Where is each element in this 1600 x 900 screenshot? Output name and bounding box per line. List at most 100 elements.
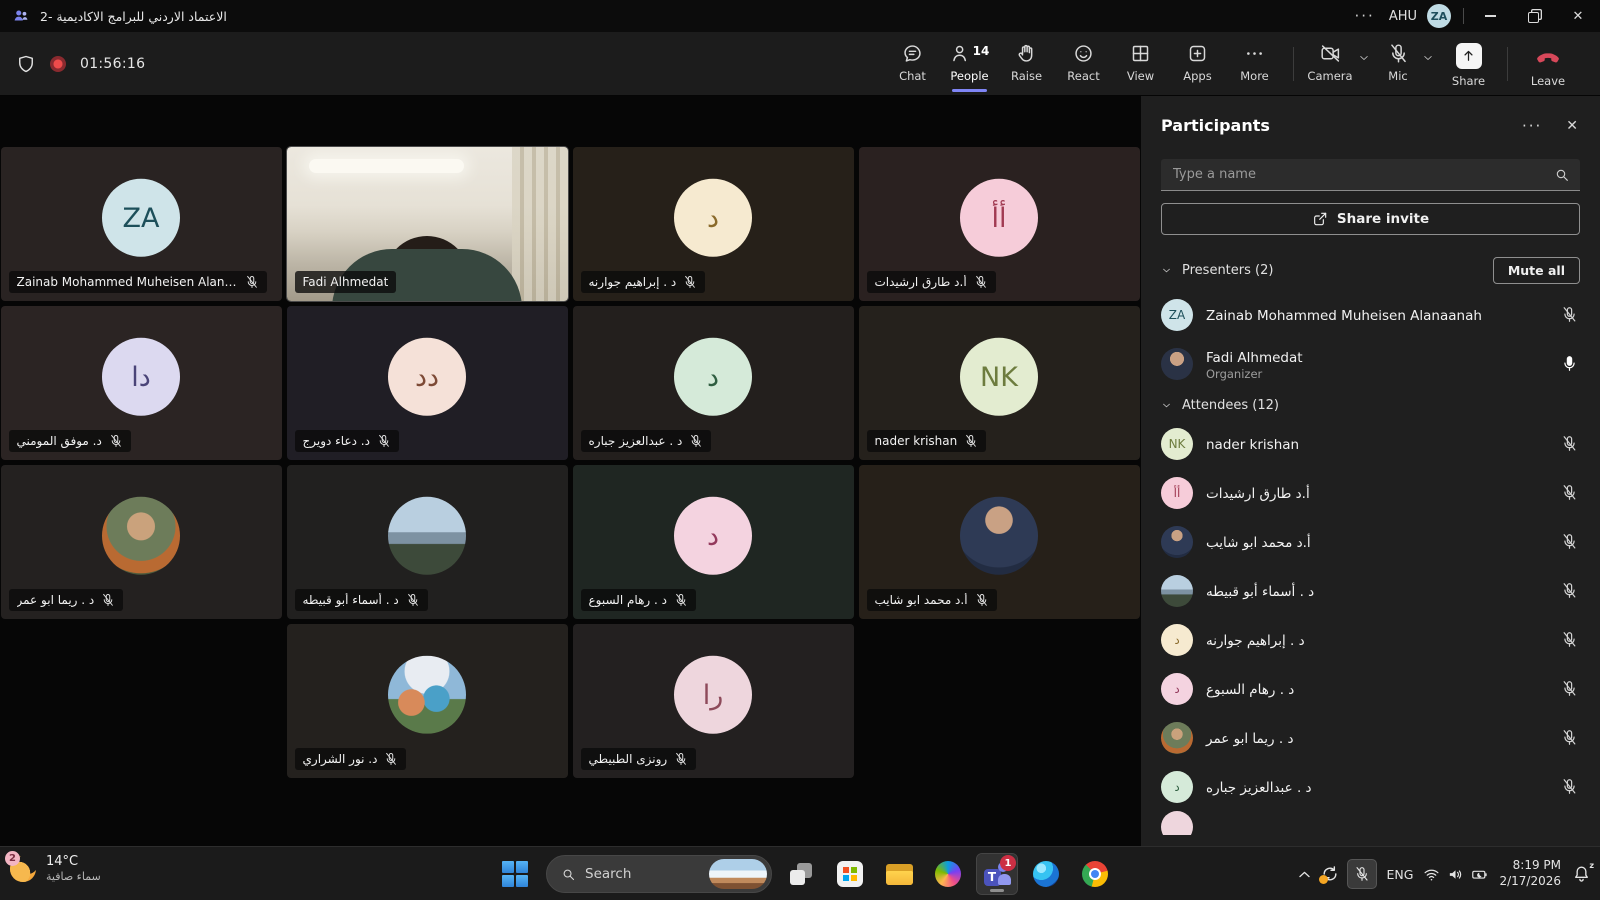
- participant-photo-avatar: [1161, 575, 1193, 607]
- view-button[interactable]: View: [1112, 34, 1169, 94]
- more-button[interactable]: More: [1226, 34, 1283, 94]
- attendee-row[interactable]: أ.د محمد ابو شايب: [1141, 517, 1600, 566]
- mic-muted-icon[interactable]: [1561, 680, 1578, 697]
- taskbar-search[interactable]: Search: [546, 855, 772, 893]
- share-invite-button[interactable]: Share invite: [1161, 203, 1580, 235]
- chrome-button[interactable]: [1075, 854, 1115, 894]
- mic-button[interactable]: Mic: [1376, 34, 1420, 94]
- participant-name: د . عبدالعزيز جباره: [1206, 780, 1312, 796]
- search-icon: [561, 867, 576, 882]
- account-avatar[interactable]: ZA: [1427, 4, 1451, 28]
- mic-active-icon[interactable]: [1561, 355, 1578, 372]
- battery-saver-icon[interactable]: [1471, 866, 1488, 883]
- edge-button[interactable]: [1026, 854, 1066, 894]
- video-tile[interactable]: د . ريما ابو عمر: [1, 465, 282, 619]
- video-tile[interactable]: أأ أ.د طارق ارشيدات: [859, 147, 1140, 301]
- attendee-row[interactable]: د د . رهام السبوع: [1141, 664, 1600, 713]
- close-button[interactable]: [1556, 0, 1600, 32]
- volume-icon[interactable]: [1447, 866, 1464, 883]
- mic-muted-icon[interactable]: [1561, 582, 1578, 599]
- video-tile[interactable]: را رونزى الطبيطي: [573, 624, 854, 778]
- apps-icon: [1187, 43, 1208, 64]
- participant-avatar: د: [674, 497, 752, 575]
- attendee-row[interactable]: أأ أ.د طارق ارشيدات: [1141, 468, 1600, 517]
- weather-widget[interactable]: 2 14°C سماء صافية: [10, 854, 101, 883]
- mic-muted-icon[interactable]: [1561, 729, 1578, 746]
- video-tile[interactable]: د. نور الشراري: [287, 624, 568, 778]
- camera-chevron-down-icon[interactable]: [1358, 52, 1370, 64]
- mute-all-button[interactable]: Mute all: [1493, 257, 1580, 284]
- participant-name-pill: Zainab Mohammed Muheisen Alanaa...: [9, 271, 268, 293]
- start-button[interactable]: [497, 854, 537, 894]
- presenter-row[interactable]: ZA Zainab Mohammed Muheisen Alanaanah: [1141, 290, 1600, 339]
- titlebar-divider: [1463, 8, 1464, 24]
- leave-button[interactable]: Leave: [1518, 34, 1578, 94]
- share-button[interactable]: Share: [1440, 34, 1497, 94]
- copilot-button[interactable]: [928, 854, 968, 894]
- teams-taskbar-button[interactable]: 1: [977, 854, 1017, 894]
- file-explorer-button[interactable]: [879, 854, 919, 894]
- people-count: 14: [973, 44, 990, 58]
- video-tile[interactable]: د د . إبراهيم جوارنه: [573, 147, 854, 301]
- teams-app-icon: [12, 7, 30, 25]
- mic-muted-icon[interactable]: [1561, 533, 1578, 550]
- mic-muted-icon[interactable]: [1561, 631, 1578, 648]
- participant-name: أ.د محمد ابو شايب: [1206, 535, 1311, 551]
- participant-avatar: [1161, 811, 1193, 835]
- attendee-row[interactable]: د . أسماء أبو قبيطه: [1141, 566, 1600, 615]
- tray-chevron-up-icon[interactable]: [1296, 866, 1313, 883]
- video-tile[interactable]: دد د. دعاء دويرج: [287, 306, 568, 460]
- mic-muted-icon[interactable]: [1561, 484, 1578, 501]
- language-indicator[interactable]: ENG: [1384, 867, 1417, 882]
- raise-hand-button[interactable]: Raise: [998, 34, 1055, 94]
- attendee-row-partial[interactable]: [1141, 811, 1600, 835]
- mic-chevron-down-icon[interactable]: [1422, 52, 1434, 64]
- mic-muted-icon[interactable]: [1561, 435, 1578, 452]
- attendee-row[interactable]: د . ريما ابو عمر: [1141, 713, 1600, 762]
- mic-muted-icon[interactable]: [1561, 778, 1578, 795]
- video-tile[interactable]: أ.د محمد ابو شايب: [859, 465, 1140, 619]
- search-input[interactable]: [1173, 167, 1554, 182]
- tray-mic-button[interactable]: [1347, 859, 1377, 889]
- presenters-section-header[interactable]: Presenters (2): [1161, 263, 1273, 278]
- titlebar-more-icon[interactable]: ···: [1341, 7, 1389, 25]
- apps-button[interactable]: Apps: [1169, 34, 1226, 94]
- chat-button[interactable]: Chat: [884, 34, 941, 94]
- update-sync-button[interactable]: [1320, 864, 1340, 884]
- attendee-row[interactable]: NK nader krishan: [1141, 419, 1600, 468]
- restore-button[interactable]: [1512, 0, 1556, 32]
- participant-name: د . ريما ابو عمر: [17, 593, 95, 607]
- panel-more-icon[interactable]: ···: [1522, 117, 1542, 135]
- clock[interactable]: 8:19 PM 2/17/2026: [1495, 858, 1565, 889]
- participant-name: د . عبدالعزيز جباره: [589, 434, 683, 448]
- video-tile[interactable]: د . أسماء أبو قبيطه: [287, 465, 568, 619]
- search-highlight-image[interactable]: [709, 859, 767, 889]
- video-tile[interactable]: د د . عبدالعزيز جباره: [573, 306, 854, 460]
- notification-center-button[interactable]: z: [1572, 864, 1592, 884]
- people-button[interactable]: 14 People: [941, 34, 998, 94]
- video-tile[interactable]: NK nader krishan: [859, 306, 1140, 460]
- video-tile-camera-on[interactable]: Fadi Alhmedat: [287, 147, 568, 301]
- panel-close-icon[interactable]: ✕: [1566, 118, 1578, 134]
- participant-name: د . رهام السبوع: [1206, 682, 1294, 698]
- task-view-button[interactable]: [781, 854, 821, 894]
- mic-muted-icon[interactable]: [1561, 306, 1578, 323]
- attendees-section-header[interactable]: Attendees (12): [1161, 398, 1279, 413]
- video-tile[interactable]: دا د. موفق المومني: [1, 306, 282, 460]
- participant-name-pill: د . ريما ابو عمر: [9, 589, 124, 611]
- participant-search[interactable]: [1161, 159, 1580, 191]
- microsoft-store-button[interactable]: [830, 854, 870, 894]
- attendee-row[interactable]: د د . إبراهيم جوارنه: [1141, 615, 1600, 664]
- presenter-row[interactable]: Fadi Alhmedat Organizer: [1141, 339, 1600, 388]
- react-button[interactable]: React: [1055, 34, 1112, 94]
- minimize-button[interactable]: [1468, 0, 1512, 32]
- attendee-row[interactable]: د د . عبدالعزيز جباره: [1141, 762, 1600, 811]
- camera-button[interactable]: Camera: [1304, 34, 1356, 94]
- raise-hand-icon: [1016, 43, 1037, 64]
- mic-muted-icon: [1354, 866, 1370, 882]
- window-title-bar: الاعتماد الاردني للبرامج الاكاديمية -2 ·…: [0, 0, 1600, 32]
- video-tile[interactable]: ZA Zainab Mohammed Muheisen Alanaa...: [1, 147, 282, 301]
- video-tile[interactable]: د د . رهام السبوع: [573, 465, 854, 619]
- participant-name-pill: nader krishan: [867, 430, 987, 452]
- wifi-icon[interactable]: [1423, 866, 1440, 883]
